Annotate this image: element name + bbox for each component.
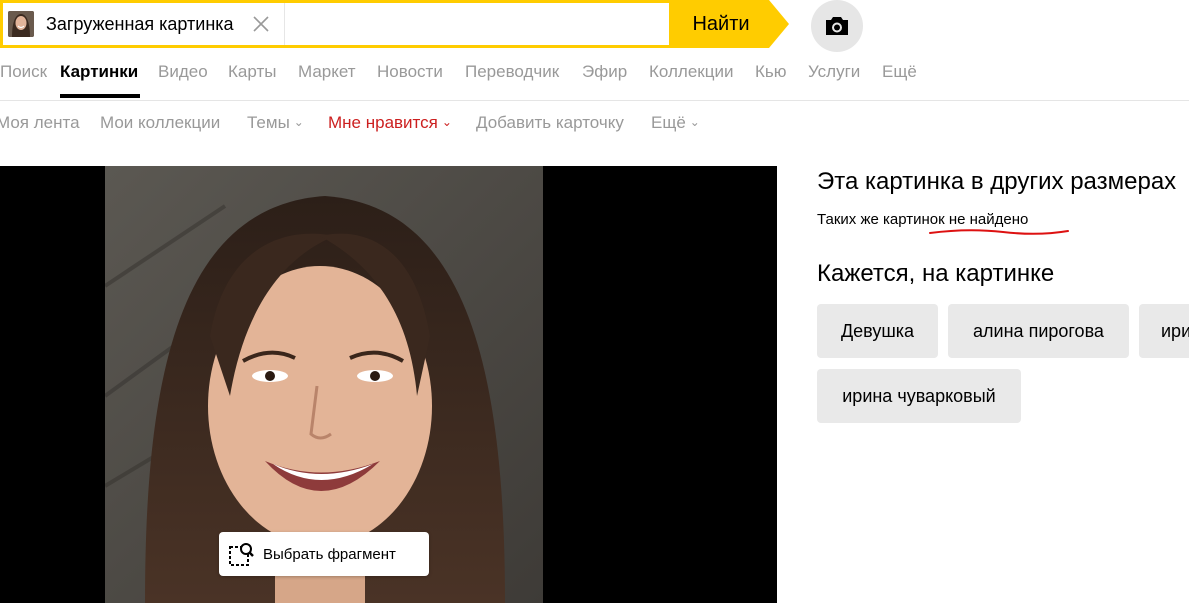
tag-button[interactable]: алина пирогова bbox=[948, 304, 1129, 358]
service-uslugi[interactable]: Услуги bbox=[808, 62, 860, 82]
service-q[interactable]: Кью bbox=[755, 62, 787, 82]
tag-label: ирина чуварковый bbox=[842, 385, 996, 406]
subnav-themes-label: Темы bbox=[247, 113, 290, 132]
find-button[interactable]: Найти bbox=[669, 0, 789, 48]
crop-search-icon bbox=[229, 543, 254, 566]
uploaded-image-label: Загруженная картинка bbox=[46, 13, 234, 34]
seems-heading: Кажется, на картинке bbox=[817, 260, 1055, 287]
tag-button[interactable]: Девушка bbox=[817, 304, 938, 358]
other-sizes-heading: Эта картинка в других размерах bbox=[817, 168, 1177, 195]
subnav-my-collections[interactable]: Мои коллекции bbox=[100, 113, 220, 133]
subnav-likes[interactable]: Мне нравится ⌄ bbox=[328, 113, 452, 133]
service-video[interactable]: Видео bbox=[158, 62, 208, 82]
search-input[interactable] bbox=[287, 3, 671, 47]
subnav-my-feed[interactable]: Моя лента bbox=[0, 113, 80, 133]
service-efir[interactable]: Эфир bbox=[582, 62, 627, 82]
subnav-more-label: Ещё bbox=[651, 113, 686, 132]
chevron-down-icon: ⌄ bbox=[689, 115, 700, 129]
uploaded-image-chip[interactable]: Загруженная картинка bbox=[3, 3, 285, 45]
subnav-more[interactable]: Ещё ⌄ bbox=[651, 113, 700, 133]
tag-label: Девушка bbox=[840, 320, 915, 341]
find-button-label: Найти bbox=[692, 12, 750, 35]
subnav-add-card[interactable]: Добавить карточку bbox=[476, 113, 624, 133]
subnav-themes[interactable]: Темы ⌄ bbox=[247, 113, 304, 133]
service-images[interactable]: Картинки bbox=[60, 62, 138, 82]
chevron-down-icon: ⌄ bbox=[293, 115, 304, 129]
close-icon[interactable] bbox=[252, 15, 270, 33]
service-market[interactable]: Маркет bbox=[298, 62, 356, 82]
service-search[interactable]: Поиск bbox=[0, 62, 47, 82]
service-maps[interactable]: Карты bbox=[228, 62, 276, 82]
chevron-down-icon: ⌄ bbox=[441, 115, 452, 129]
service-more[interactable]: Ещё bbox=[882, 62, 917, 82]
tag-label: ири bbox=[1161, 320, 1189, 341]
active-tab-indicator bbox=[60, 94, 140, 98]
select-fragment-label: Выбрать фрагмент bbox=[263, 545, 396, 563]
red-underline-annotation bbox=[929, 229, 1069, 235]
service-collections[interactable]: Коллекции bbox=[649, 62, 733, 82]
subnav-likes-label: Мне нравится bbox=[328, 113, 438, 132]
service-translator[interactable]: Переводчик bbox=[465, 62, 559, 82]
service-news[interactable]: Новости bbox=[377, 62, 443, 82]
uploaded-image-thumbnail bbox=[8, 11, 34, 37]
tag-button[interactable]: ири bbox=[1139, 304, 1189, 358]
camera-search-button[interactable] bbox=[811, 0, 863, 52]
services-nav: Поиск Картинки Видео Карты Маркет Новост… bbox=[0, 60, 1189, 101]
search-bar: Загруженная картинка bbox=[0, 0, 672, 48]
tag-label: алина пирогова bbox=[973, 320, 1104, 341]
tag-button[interactable]: ирина чуварковый bbox=[817, 369, 1021, 423]
camera-icon bbox=[826, 17, 848, 35]
select-fragment-button[interactable]: Выбрать фрагмент bbox=[219, 532, 429, 576]
